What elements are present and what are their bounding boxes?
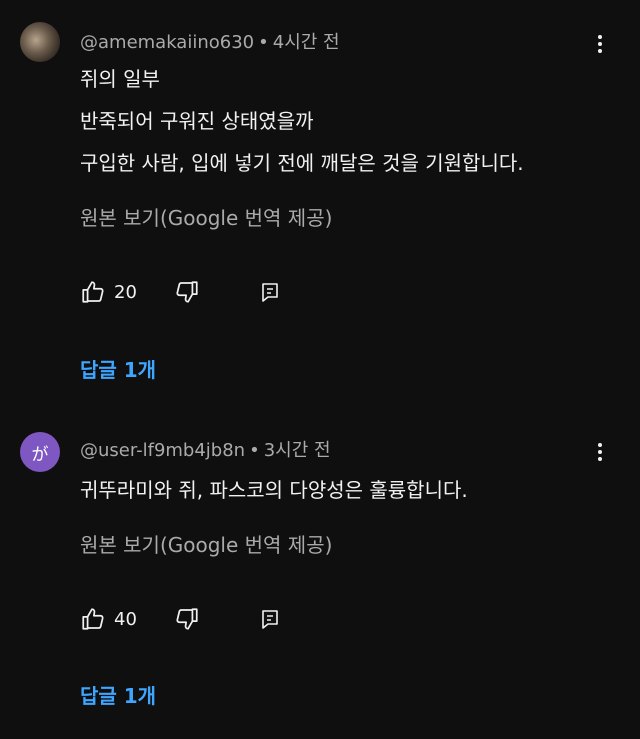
- comment-meta: @user-lf9mb4jb8n • 3시간 전: [80, 436, 331, 462]
- reply-comment-icon: [262, 610, 278, 629]
- view-replies-button[interactable]: 답글 1개: [80, 680, 156, 709]
- view-replies-button[interactable]: 답글 1개: [80, 354, 156, 383]
- thumb-down-icon: [176, 608, 198, 630]
- reply-button[interactable]: [258, 607, 282, 631]
- like-button[interactable]: 20: [80, 279, 137, 305]
- comment-text-line: 쥐의 일부: [80, 67, 160, 91]
- meta-separator: •: [258, 32, 269, 53]
- thumb-down-icon: [176, 281, 198, 303]
- comment-text-line: 구입한 사람, 입에 넣기 전에 깨달은 것을 기원합니다.: [80, 151, 524, 175]
- more-vertical-icon[interactable]: [588, 32, 612, 56]
- avatar[interactable]: が: [20, 432, 60, 472]
- comment-meta: @amemakaiino630 • 4시간 전: [80, 28, 340, 54]
- thumb-up-icon: [82, 608, 104, 630]
- thumb-up-icon: [82, 281, 104, 303]
- see-original-link[interactable]: 원본 보기(Google 번역 제공): [80, 202, 332, 231]
- comment-time: 4시간 전: [272, 32, 340, 53]
- author-name[interactable]: @amemakaiino630: [80, 32, 254, 53]
- dislike-button[interactable]: [174, 279, 200, 305]
- comment-text-line: 반죽되어 구워진 상태였을까: [80, 109, 314, 133]
- like-button[interactable]: 40: [80, 606, 137, 632]
- comment-text-line: 귀뚜라미와 쥐, 파스코의 다양성은 훌륭합니다.: [80, 478, 468, 502]
- see-original-link[interactable]: 원본 보기(Google 번역 제공): [80, 529, 332, 558]
- like-count: 20: [114, 281, 137, 303]
- more-vertical-icon[interactable]: [588, 440, 612, 464]
- comment-time: 3시간 전: [263, 440, 331, 461]
- avatar-letter: が: [31, 444, 49, 465]
- avatar[interactable]: [20, 22, 60, 62]
- meta-separator: •: [249, 440, 260, 461]
- dislike-button[interactable]: [174, 606, 200, 632]
- reply-comment-icon: [262, 283, 278, 302]
- reply-button[interactable]: [258, 280, 282, 304]
- author-name[interactable]: @user-lf9mb4jb8n: [80, 440, 245, 461]
- like-count: 40: [114, 608, 137, 630]
